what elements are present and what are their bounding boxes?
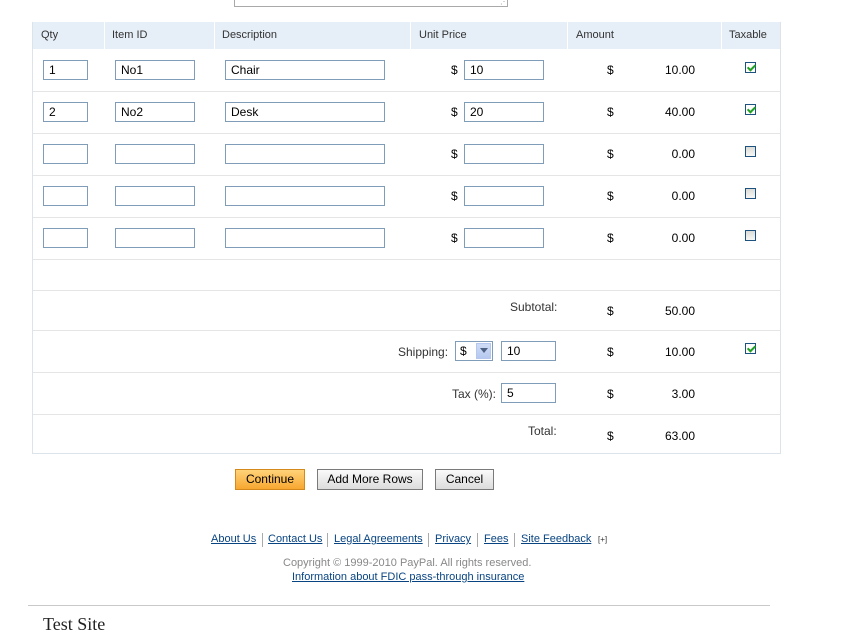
footer-link-privacy[interactable]: Privacy: [435, 533, 471, 545]
row-divider: [33, 414, 780, 415]
header-unit-price: Unit Price: [419, 29, 467, 41]
currency-symbol: $: [607, 189, 614, 203]
shipping-amount: 10.00: [664, 345, 695, 359]
currency-symbol: $: [607, 429, 614, 443]
header-separator: [214, 22, 215, 49]
row-divider: [33, 91, 780, 92]
resize-grip-icon[interactable]: ⋰: [500, 0, 508, 6]
row-divider: [33, 175, 780, 176]
currency-symbol: $: [451, 147, 458, 161]
cancel-button[interactable]: Cancel: [435, 469, 494, 490]
description-input[interactable]: [225, 102, 385, 122]
header-amount: Amount: [576, 29, 614, 41]
currency-symbol: $: [607, 105, 614, 119]
taxable-checkbox-checked-icon[interactable]: [745, 104, 756, 115]
qty-input[interactable]: [43, 102, 88, 122]
currency-symbol: $: [607, 387, 614, 401]
row-divider: [33, 290, 780, 291]
taxable-checkbox-unchecked-icon[interactable]: [745, 188, 756, 199]
tax-label: Tax (%):: [452, 387, 497, 401]
fdic-insurance-link[interactable]: Information about FDIC pass-through insu…: [292, 571, 524, 583]
currency-symbol: $: [607, 304, 614, 318]
currency-symbol: $: [451, 231, 458, 245]
chevron-down-icon[interactable]: [476, 343, 491, 359]
page-divider: [28, 605, 770, 606]
shipping-label: Shipping:: [398, 345, 449, 359]
taxable-checkbox-checked-icon[interactable]: [745, 62, 756, 73]
unit-price-input[interactable]: [464, 228, 544, 248]
header-taxable: Taxable: [729, 29, 767, 41]
footer-link-about-us[interactable]: About Us: [211, 533, 256, 545]
footer-separator: [477, 533, 478, 547]
item-id-input[interactable]: [115, 102, 195, 122]
currency-symbol: $: [607, 231, 614, 245]
unit-price-input[interactable]: [464, 186, 544, 206]
item-id-input[interactable]: [115, 144, 195, 164]
subtotal-amount: 50.00: [664, 304, 695, 318]
site-title: Test Site: [43, 614, 106, 634]
unit-price-input[interactable]: [464, 102, 544, 122]
tax-amount: 3.00: [671, 387, 695, 401]
currency-symbol: $: [607, 63, 614, 77]
row-divider: [33, 133, 780, 134]
unit-price-input[interactable]: [464, 60, 544, 80]
header-qty: Qty: [41, 29, 59, 41]
copyright-text: Copyright © 1999-2010 PayPal. All rights…: [283, 557, 532, 569]
description-input[interactable]: [225, 186, 385, 206]
description-input[interactable]: [225, 144, 385, 164]
header-item-id: Item ID: [112, 29, 148, 41]
total-label: Total:: [528, 424, 557, 438]
continue-button[interactable]: Continue: [235, 469, 305, 490]
external-link-icon[interactable]: [+]: [598, 535, 607, 544]
description-input[interactable]: [225, 60, 385, 80]
item-id-input[interactable]: [115, 186, 195, 206]
row-divider: [33, 330, 780, 331]
footer-link-site-feedback[interactable]: Site Feedback: [521, 533, 591, 545]
footer-separator: [428, 533, 429, 547]
footer-link-legal-agreements[interactable]: Legal Agreements: [334, 533, 423, 545]
footer-separator: [514, 533, 515, 547]
currency-symbol: $: [451, 63, 458, 77]
row-divider: [33, 217, 780, 218]
notes-textarea[interactable]: ⋰: [234, 0, 508, 7]
description-input[interactable]: [225, 228, 385, 248]
shipping-unit-value: $: [460, 344, 467, 358]
line-amount: 40.00: [664, 105, 695, 119]
row-divider: [33, 259, 780, 260]
currency-symbol: $: [607, 345, 614, 359]
line-amount: 0.00: [671, 189, 695, 203]
currency-symbol: $: [451, 105, 458, 119]
footer-link-contact-us[interactable]: Contact Us: [268, 533, 322, 545]
line-amount: 0.00: [671, 231, 695, 245]
footer-separator: [262, 533, 263, 547]
shipping-unit-select[interactable]: $: [455, 341, 493, 361]
header-separator: [721, 22, 722, 49]
currency-symbol: $: [607, 147, 614, 161]
footer-separator: [327, 533, 328, 547]
tax-input[interactable]: [501, 383, 556, 403]
header-description: Description: [222, 29, 278, 41]
header-separator: [567, 22, 568, 49]
qty-input[interactable]: [43, 228, 88, 248]
row-divider: [33, 372, 780, 373]
total-amount: 63.00: [664, 429, 695, 443]
header-separator: [104, 22, 105, 49]
line-amount: 10.00: [664, 63, 695, 77]
shipping-input[interactable]: [501, 341, 556, 361]
header-separator: [410, 22, 411, 49]
qty-input[interactable]: [43, 144, 88, 164]
add-more-rows-button[interactable]: Add More Rows: [317, 469, 423, 490]
item-id-input[interactable]: [115, 228, 195, 248]
subtotal-label: Subtotal:: [510, 300, 558, 314]
footer-link-fees[interactable]: Fees: [484, 533, 508, 545]
taxable-checkbox-unchecked-icon[interactable]: [745, 230, 756, 241]
shipping-taxable-checkbox-checked-icon[interactable]: [745, 343, 756, 354]
line-amount: 0.00: [671, 147, 695, 161]
qty-input[interactable]: [43, 186, 88, 206]
qty-input[interactable]: [43, 60, 88, 80]
item-id-input[interactable]: [115, 60, 195, 80]
taxable-checkbox-unchecked-icon[interactable]: [745, 146, 756, 157]
unit-price-input[interactable]: [464, 144, 544, 164]
currency-symbol: $: [451, 189, 458, 203]
